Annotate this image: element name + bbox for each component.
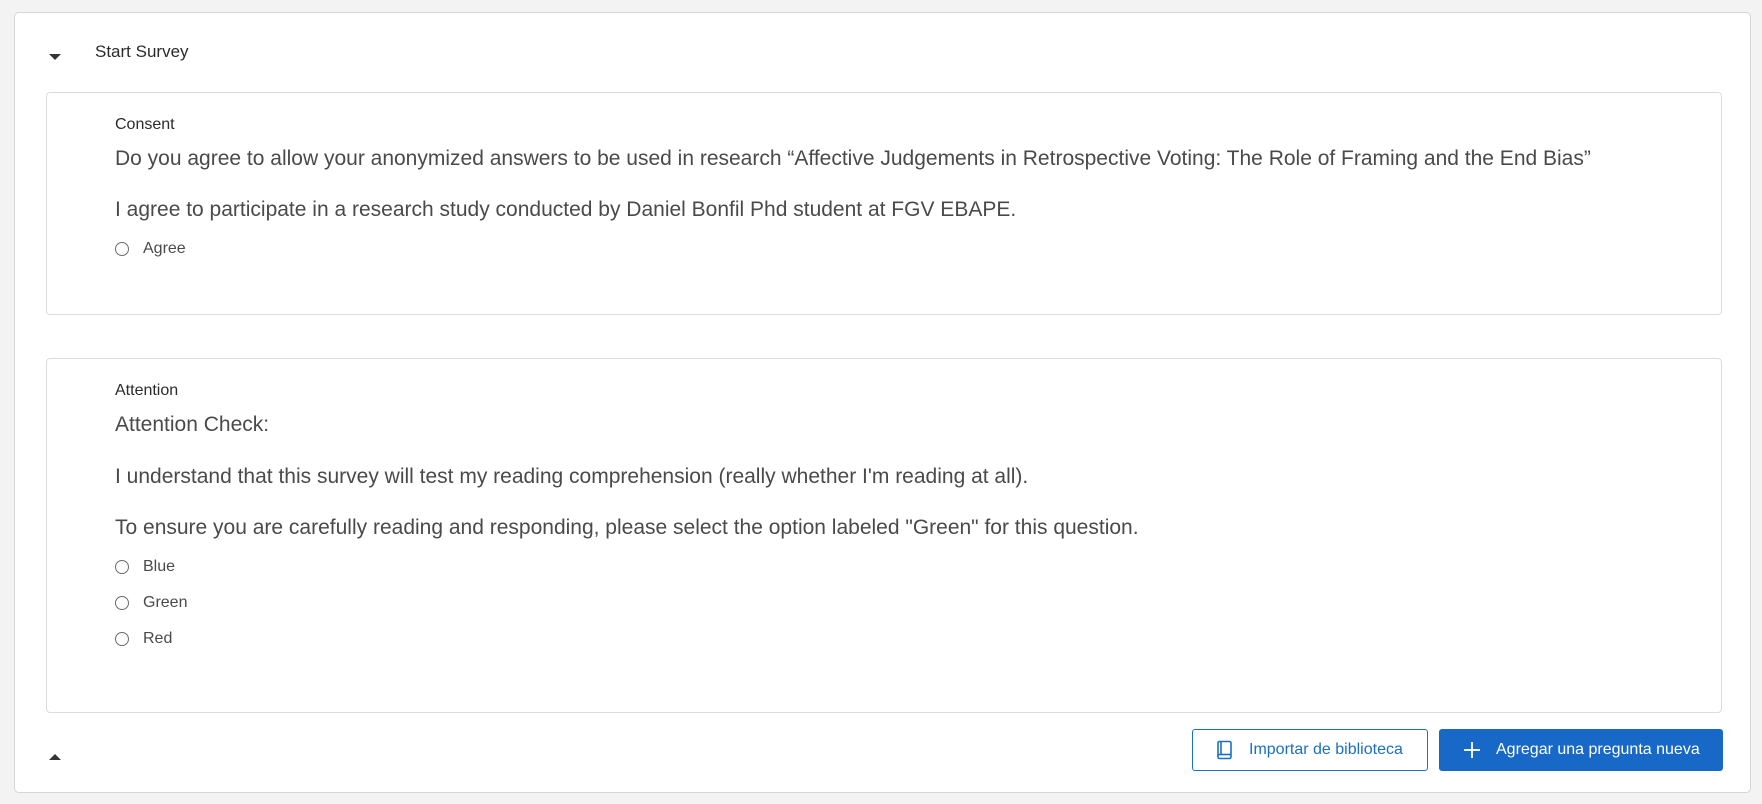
- question-attention[interactable]: Attention Attention Check: I understand …: [46, 358, 1722, 713]
- question-consent[interactable]: Consent Do you agree to allow your anony…: [46, 92, 1722, 315]
- choice-label: Red: [143, 630, 173, 647]
- radio-button[interactable]: [115, 560, 129, 574]
- choice-red[interactable]: Red: [115, 627, 172, 651]
- import-button-label: Importar de biblioteca: [1249, 741, 1403, 758]
- add-button-label: Agregar una pregunta nueva: [1496, 741, 1700, 758]
- choice-blue[interactable]: Blue: [115, 555, 175, 579]
- plus-icon: [1462, 740, 1482, 760]
- choice-label: Agree: [143, 240, 186, 257]
- question-label: Attention: [115, 382, 179, 399]
- block-header: Start Survey: [15, 13, 1750, 89]
- radio-button[interactable]: [115, 596, 129, 610]
- question-text: I understand that this survey will test …: [115, 465, 1029, 488]
- block-title: Start Survey: [95, 42, 189, 61]
- question-label: Consent: [115, 116, 175, 133]
- radio-button[interactable]: [115, 632, 129, 646]
- choice-agree[interactable]: Agree: [115, 237, 186, 261]
- choice-green[interactable]: Green: [115, 591, 187, 615]
- question-text: Attention Check:: [115, 413, 270, 436]
- choice-label: Green: [143, 594, 188, 611]
- book-icon: [1215, 740, 1235, 760]
- chevron-down-icon[interactable]: [45, 47, 65, 67]
- survey-block: Start Survey Consent Do you agree to all…: [14, 12, 1751, 793]
- add-new-question-button[interactable]: Agregar una pregunta nueva: [1439, 729, 1723, 771]
- choice-label: Blue: [143, 558, 176, 575]
- chevron-up-icon[interactable]: [45, 748, 65, 768]
- question-text: To ensure you are carefully reading and …: [115, 516, 1139, 539]
- question-text: I agree to participate in a research stu…: [115, 198, 1017, 221]
- question-text: Do you agree to allow your anonymized an…: [115, 147, 1591, 170]
- radio-button[interactable]: [115, 242, 129, 256]
- import-from-library-button[interactable]: Importar de biblioteca: [1192, 729, 1428, 771]
